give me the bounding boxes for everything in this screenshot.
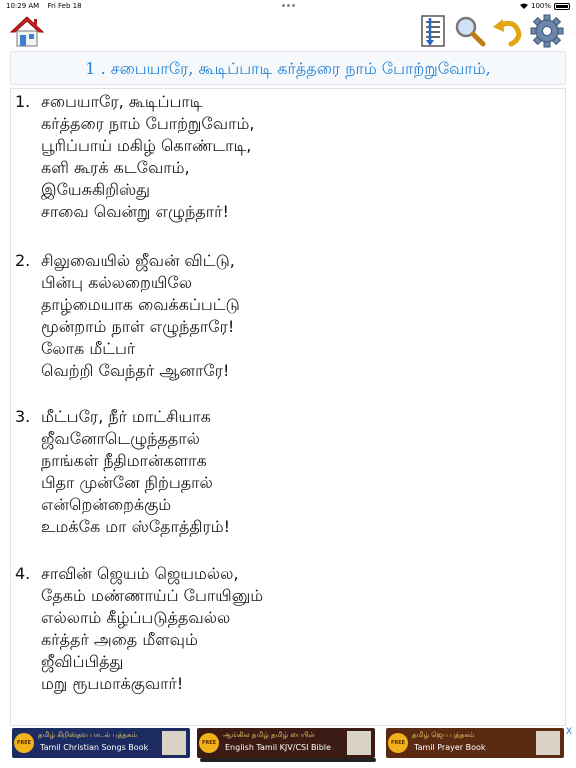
list-icon[interactable]	[417, 14, 451, 48]
book-cover-icon	[162, 731, 186, 755]
verse-line: களி கூரக் கடவோம்,	[41, 158, 190, 177]
verse-line: எல்லாம் கீழ்ப்படுத்தவல்ல	[41, 608, 231, 627]
ad-title: Tamil Prayer Book	[414, 743, 486, 752]
status-time: 10:29 AM	[6, 2, 40, 10]
search-icon[interactable]	[453, 14, 487, 48]
ad-subtitle: தமிழ் கிறிஸ்தவ பாடல் புத்தகம்	[38, 731, 137, 739]
verse-line: பின்பு கல்லறையிலே	[41, 273, 192, 292]
verse-number: 4.	[15, 564, 31, 583]
wifi-icon	[519, 3, 528, 9]
verse-line: சிலுவையில் ஜீவன் விட்டு,	[41, 251, 235, 270]
verse-line: இயேசுகிறிஸ்து	[41, 180, 151, 199]
free-badge: FREE	[199, 733, 219, 753]
verse-line: தேகம் மண்ணாய்ப் போயினும்	[41, 586, 264, 605]
multitasking-dots[interactable]	[282, 4, 295, 7]
verse-line: கர்த்தர் அதை மீளவும்	[41, 630, 198, 649]
verse-line: பூரிப்பாய் மகிழ் கொண்டாடி,	[41, 136, 252, 155]
status-date: Fri Feb 18	[47, 2, 82, 10]
status-bar: 10:29 AM Fri Feb 18 100%	[0, 0, 576, 12]
verse: 2. சிலுவையில் ஜீவன் விட்டு, பின்பு கல்லறை…	[15, 250, 240, 382]
verse-number: 2.	[15, 251, 31, 270]
free-badge: FREE	[388, 733, 408, 753]
verse-line: மீட்பரே, நீர் மாட்சியாக	[41, 407, 211, 426]
verse-line: வெற்றி வேந்தர் ஆனாரே!	[41, 361, 230, 380]
verse-line: ஜீவனோடெழுந்ததால்	[41, 429, 200, 448]
verse-line: நாங்கள் நீதிமான்களாக	[41, 451, 207, 470]
praying-hands-icon	[536, 731, 560, 755]
home-indicator[interactable]	[200, 758, 376, 762]
status-left: 10:29 AM Fri Feb 18	[6, 2, 88, 10]
ad-tamil-christian-songs-book[interactable]: FREE தமிழ் கிறிஸ்தவ பாடல் புத்தகம் Tamil…	[12, 728, 190, 758]
ad-title: Tamil Christian Songs Book	[40, 743, 149, 752]
song-title: 1 . சபையாரே, கூடிப்பாடி கர்த்தரை நாம் போ…	[85, 59, 491, 78]
verse-line: தாழ்மையாக வைக்கப்பட்டு	[41, 295, 240, 314]
ad-title: English Tamil KJV/CSI Bible	[225, 743, 331, 752]
verse-line: பிதா முன்னே நிற்பதால்	[41, 473, 213, 492]
verse: 4. சாவின் ஜெயம் ஜெயமல்ல, தேகம் மண்ணாய்ப் …	[15, 563, 263, 695]
ad-english-tamil-bible[interactable]: FREE ஆங்கில தமிழ் தமிழ் பைபிள் English T…	[197, 728, 375, 758]
undo-icon[interactable]	[491, 14, 525, 48]
ad-tamil-prayer-book[interactable]: FREE தமிழ் ஜெப புத்தகம் Tamil Prayer Boo…	[386, 728, 564, 758]
verse-line: என்றென்றைக்கும்	[41, 495, 172, 514]
toolbar	[0, 12, 576, 50]
lyrics-panel[interactable]: 1. சபையாரே, கூடிப்பாடி கர்த்தரை நாம் போற்…	[10, 88, 566, 726]
ad-subtitle: ஆங்கில தமிழ் தமிழ் பைபிள்	[223, 731, 315, 739]
battery-percent: 100%	[530, 2, 551, 10]
verse-number: 3.	[15, 407, 31, 426]
ad-subtitle: தமிழ் ஜெப புத்தகம்	[412, 731, 475, 739]
verse-line: சாவை வென்று எழுந்தார்!	[41, 202, 229, 221]
verse-line: உமக்கே மா ஸ்தோத்திரம்!	[41, 517, 231, 536]
verse-line: மூன்றாம் நாள் எழுந்தாரே!	[41, 317, 235, 336]
verse-line: லோக மீட்பர்	[41, 339, 136, 358]
verse: 3. மீட்பரே, நீர் மாட்சியாக ஜீவனோடெழுந்ததா…	[15, 406, 230, 538]
bible-cover-icon	[347, 731, 371, 755]
song-title-bar: 1 . சபையாரே, கூடிப்பாடி கர்த்தரை நாம் போ…	[10, 51, 566, 85]
battery-icon	[554, 2, 570, 10]
gear-icon[interactable]	[530, 14, 564, 48]
verse-line: சாவின் ஜெயம் ஜெயமல்ல,	[41, 564, 239, 583]
verse-line: ஜீவிப்பித்து	[41, 652, 124, 671]
verse-number: 1.	[15, 92, 31, 111]
verse-line: சபையாரே, கூடிப்பாடி	[41, 92, 203, 111]
verse-line: கர்த்தரை நாம் போற்றுவோம்,	[41, 114, 255, 133]
verse-line: மறு ரூபமாக்குவார்!	[41, 674, 184, 693]
ad-close-icon[interactable]: X	[566, 727, 572, 737]
status-right: 100%	[519, 2, 570, 10]
home-icon[interactable]	[10, 15, 44, 49]
verse: 1. சபையாரே, கூடிப்பாடி கர்த்தரை நாம் போற்…	[15, 91, 254, 223]
free-badge: FREE	[14, 733, 34, 753]
